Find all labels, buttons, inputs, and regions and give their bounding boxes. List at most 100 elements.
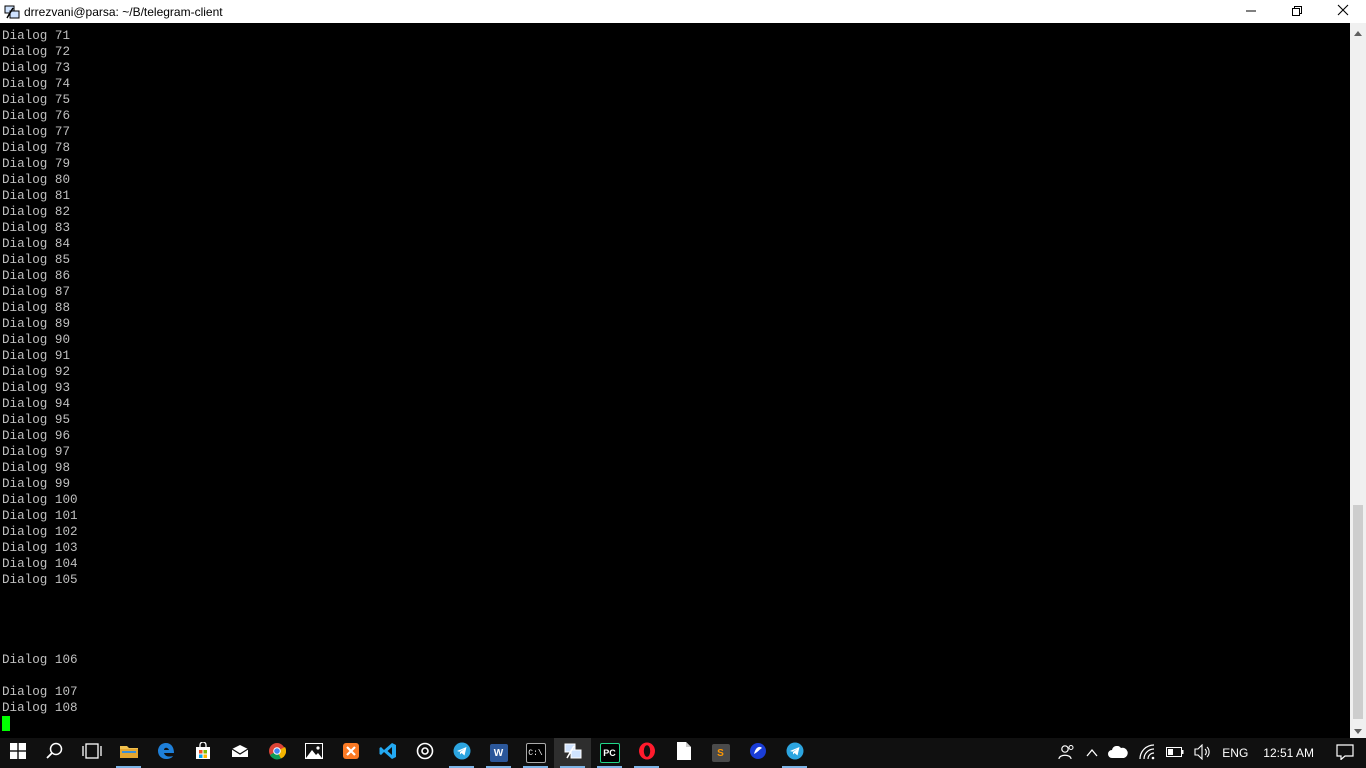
taskbar-mail[interactable]: [221, 738, 258, 768]
chrome-icon: [268, 742, 286, 765]
restore-icon: [1292, 3, 1302, 21]
chevron-up-icon: [1354, 23, 1362, 41]
taskbar-telegram[interactable]: [443, 738, 480, 768]
blue-app-icon: [749, 742, 767, 765]
terminal-line: Dialog 76: [2, 109, 71, 123]
taskbar-word[interactable]: W: [480, 738, 517, 768]
chevron-down-icon: [1354, 721, 1362, 739]
start-button[interactable]: [0, 738, 36, 768]
terminal-line: Dialog 102: [2, 525, 78, 539]
task-view-button[interactable]: [73, 738, 110, 768]
scroll-up-button[interactable]: [1350, 23, 1366, 40]
terminal-output[interactable]: Dialog 71 Dialog 72 Dialog 73 Dialog 74 Dial…: [0, 23, 1350, 738]
window-title-bar[interactable]: drrezvani@parsa: ~/B/telegram-client: [0, 0, 1366, 23]
putty-icon: [564, 742, 582, 765]
battery-button[interactable]: [1161, 738, 1189, 768]
volume-button[interactable]: [1189, 738, 1217, 768]
speaker-icon: [1194, 743, 1212, 763]
notification-icon: [1336, 743, 1354, 763]
sublime-icon: S: [711, 744, 730, 762]
terminal-line: Dialog 80: [2, 173, 71, 187]
scrollbar-thumb[interactable]: [1353, 505, 1363, 719]
word-icon: W: [489, 744, 508, 762]
photos-icon: [304, 742, 323, 764]
search-icon: [46, 742, 63, 764]
terminal-line: Dialog 100: [2, 493, 78, 507]
terminal-line: Dialog 72: [2, 45, 71, 59]
terminal-line: Dialog 92: [2, 365, 71, 379]
terminal-line: Dialog 79: [2, 157, 71, 171]
minimize-icon: [1246, 3, 1256, 21]
show-hidden-icons-button[interactable]: [1081, 738, 1103, 768]
taskbar-chrome[interactable]: [258, 738, 295, 768]
window-controls: [1228, 0, 1366, 23]
terminal-line: Dialog 73: [2, 61, 71, 75]
folder-icon: [119, 743, 138, 764]
search-button[interactable]: [36, 738, 73, 768]
store-icon: [194, 740, 212, 765]
taskbar-cmd[interactable]: C:\: [517, 738, 554, 768]
people-button[interactable]: [1053, 738, 1081, 768]
taskbar-store[interactable]: [184, 738, 221, 768]
taskbar-app-blue[interactable]: [739, 738, 776, 768]
taskbar-sublime[interactable]: S: [702, 738, 739, 768]
task-view-icon: [81, 742, 102, 764]
close-button[interactable]: [1320, 0, 1366, 23]
scroll-down-button[interactable]: [1350, 721, 1366, 738]
cmd-icon: C:\: [525, 743, 546, 763]
taskbar-putty[interactable]: [554, 738, 591, 768]
telegram-icon: [453, 742, 471, 765]
terminal-line: Dialog 71: [2, 29, 71, 43]
file-icon: [676, 741, 691, 765]
minimize-button[interactable]: [1228, 0, 1274, 23]
terminal-line: Dialog 93: [2, 381, 71, 395]
taskbar-edge[interactable]: [147, 738, 184, 768]
taskbar-xampp[interactable]: [332, 738, 369, 768]
taskbar-photos[interactable]: [295, 738, 332, 768]
taskbar-groove[interactable]: [406, 738, 443, 768]
taskbar-vscode[interactable]: [369, 738, 406, 768]
chevron-up-icon: [1086, 746, 1098, 760]
taskbar-file-explorer[interactable]: [110, 738, 147, 768]
taskbar-notepad[interactable]: [665, 738, 702, 768]
terminal-line: Dialog 90: [2, 333, 71, 347]
taskbar-pycharm[interactable]: PC: [591, 738, 628, 768]
language-indicator[interactable]: ENG: [1217, 738, 1253, 768]
terminal-line: Dialog 75: [2, 93, 71, 107]
terminal-line: Dialog 74: [2, 77, 71, 91]
terminal-line: Dialog 101: [2, 509, 78, 523]
terminal-line: Dialog 103: [2, 541, 78, 555]
windows-logo-icon: [10, 742, 26, 764]
network-button[interactable]: [1133, 738, 1161, 768]
terminal-line: Dialog 83: [2, 221, 71, 235]
onedrive-button[interactable]: [1103, 738, 1133, 768]
terminal-line: Dialog 94: [2, 397, 71, 411]
people-icon: [1058, 744, 1076, 763]
terminal-line: Dialog 85: [2, 253, 71, 267]
battery-icon: [1166, 746, 1184, 760]
action-center-button[interactable]: [1324, 738, 1366, 768]
terminal-line: Dialog 77: [2, 125, 71, 139]
terminal-line: Dialog 91: [2, 349, 71, 363]
pycharm-icon: PC: [599, 743, 620, 763]
taskbar: W C:\ PC S ENG 12:51 AM: [0, 738, 1366, 768]
terminal-line: Dialog 95: [2, 413, 71, 427]
putty-icon[interactable]: [4, 4, 20, 20]
terminal-line: Dialog 82: [2, 205, 71, 219]
taskbar-telegram-2[interactable]: [776, 738, 813, 768]
terminal-line: Dialog 88: [2, 301, 71, 315]
mail-icon: [231, 744, 249, 763]
terminal-line: Dialog 106: [2, 653, 78, 667]
terminal-line: Dialog 84: [2, 237, 71, 251]
terminal-line: Dialog 105: [2, 573, 78, 587]
wifi-icon: [1138, 743, 1156, 763]
restore-button[interactable]: [1274, 0, 1320, 23]
taskbar-opera[interactable]: [628, 738, 665, 768]
clock[interactable]: 12:51 AM: [1253, 738, 1324, 768]
vertical-scrollbar[interactable]: [1350, 23, 1366, 738]
terminal-lines: Dialog 71 Dialog 72 Dialog 73 Dialog 74 Dial…: [2, 28, 78, 732]
